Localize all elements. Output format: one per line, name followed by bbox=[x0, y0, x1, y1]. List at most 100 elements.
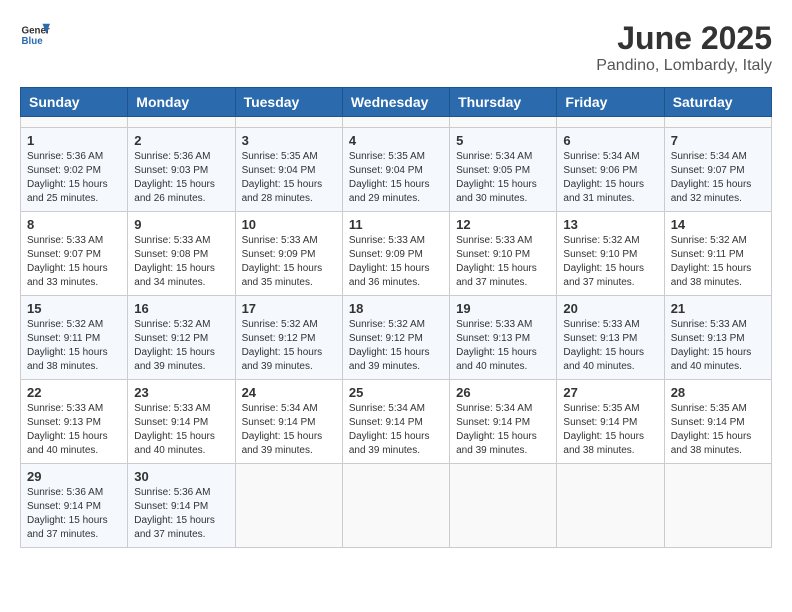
day-info: Sunrise: 5:32 AMSunset: 9:12 PMDaylight:… bbox=[134, 318, 228, 374]
calendar-cell: 6 Sunrise: 5:34 AMSunset: 9:06 PMDaylight… bbox=[557, 128, 664, 212]
weekday-header-friday: Friday bbox=[557, 88, 664, 117]
day-number: 25 bbox=[349, 385, 443, 400]
day-info: Sunrise: 5:36 AMSunset: 9:03 PMDaylight:… bbox=[134, 150, 228, 206]
calendar-table: SundayMondayTuesdayWednesdayThursdayFrid… bbox=[20, 87, 772, 548]
day-info: Sunrise: 5:33 AMSunset: 9:13 PMDaylight:… bbox=[671, 318, 765, 374]
calendar-title: June 2025 bbox=[596, 20, 772, 57]
calendar-cell: 8Sunrise: 5:33 AMSunset: 9:07 PMDaylight… bbox=[21, 212, 128, 296]
calendar-cell bbox=[557, 464, 664, 548]
calendar-cell: 26Sunrise: 5:34 AMSunset: 9:14 PMDayligh… bbox=[450, 380, 557, 464]
day-number: 23 bbox=[134, 385, 228, 400]
calendar-cell: 9 Sunrise: 5:33 AMSunset: 9:08 PMDaylight… bbox=[128, 212, 235, 296]
day-info: Sunrise: 5:32 AMSunset: 9:12 PMDaylight:… bbox=[349, 318, 443, 374]
day-info: Sunrise: 5:33 AMSunset: 9:14 PMDaylight:… bbox=[134, 402, 228, 458]
day-number: 11 bbox=[349, 217, 443, 232]
calendar-cell: 19Sunrise: 5:33 AMSunset: 9:13 PMDayligh… bbox=[450, 296, 557, 380]
day-info: Sunrise: 5:33 AMSunset: 9:10 PMDaylight:… bbox=[456, 234, 550, 290]
calendar-cell bbox=[21, 117, 128, 128]
svg-text:Blue: Blue bbox=[22, 36, 44, 47]
calendar-cell: 7 Sunrise: 5:34 AMSunset: 9:07 PMDaylight… bbox=[664, 128, 771, 212]
weekday-header-wednesday: Wednesday bbox=[342, 88, 449, 117]
day-info: Sunrise: 5:32 AMSunset: 9:11 PMDaylight:… bbox=[27, 318, 121, 374]
calendar-cell: 11 Sunrise: 5:33 AMSunset: 9:09 PMDayligh… bbox=[342, 212, 449, 296]
day-info: Sunrise: 5:36 AMSunset: 9:02 PMDaylight:… bbox=[27, 150, 121, 206]
calendar-cell: 13Sunrise: 5:32 AMSunset: 9:10 PMDayligh… bbox=[557, 212, 664, 296]
calendar-cell: 1 Sunrise: 5:36 AMSunset: 9:02 PMDaylight… bbox=[21, 128, 128, 212]
calendar-cell: 24Sunrise: 5:34 AMSunset: 9:14 PMDayligh… bbox=[235, 380, 342, 464]
calendar-week-6: 29 Sunrise: 5:36 AMSunset: 9:14 PMDayligh… bbox=[21, 464, 772, 548]
calendar-week-1 bbox=[21, 117, 772, 128]
day-number: 14 bbox=[671, 217, 765, 232]
calendar-cell bbox=[128, 117, 235, 128]
day-info: Sunrise: 5:33 AMSunset: 9:13 PMDaylight:… bbox=[563, 318, 657, 374]
weekday-header-sunday: Sunday bbox=[21, 88, 128, 117]
calendar-cell: 30 Sunrise: 5:36 AMSunset: 9:14 PMDayligh… bbox=[128, 464, 235, 548]
calendar-cell: 27 Sunrise: 5:35 AMSunset: 9:14 PMDayligh… bbox=[557, 380, 664, 464]
day-number: 22 bbox=[27, 385, 121, 400]
calendar-cell bbox=[235, 117, 342, 128]
calendar-cell bbox=[557, 117, 664, 128]
title-area: June 2025 Pandino, Lombardy, Italy bbox=[596, 20, 772, 75]
day-number: 3 bbox=[242, 133, 336, 148]
day-info: Sunrise: 5:34 AMSunset: 9:06 PMDaylight:… bbox=[563, 150, 657, 206]
calendar-cell: 25 Sunrise: 5:34 AMSunset: 9:14 PMDayligh… bbox=[342, 380, 449, 464]
day-number: 18 bbox=[349, 301, 443, 316]
calendar-cell: 4Sunrise: 5:35 AMSunset: 9:04 PMDaylight… bbox=[342, 128, 449, 212]
calendar-week-2: 1 Sunrise: 5:36 AMSunset: 9:02 PMDaylight… bbox=[21, 128, 772, 212]
calendar-cell bbox=[450, 464, 557, 548]
weekday-header-row: SundayMondayTuesdayWednesdayThursdayFrid… bbox=[21, 88, 772, 117]
calendar-week-5: 22 Sunrise: 5:33 AMSunset: 9:13 PMDayligh… bbox=[21, 380, 772, 464]
calendar-cell: 21 Sunrise: 5:33 AMSunset: 9:13 PMDayligh… bbox=[664, 296, 771, 380]
day-info: Sunrise: 5:36 AMSunset: 9:14 PMDaylight:… bbox=[134, 486, 228, 542]
calendar-cell: 23 Sunrise: 5:33 AMSunset: 9:14 PMDayligh… bbox=[128, 380, 235, 464]
weekday-header-thursday: Thursday bbox=[450, 88, 557, 117]
day-number: 13 bbox=[563, 217, 657, 232]
day-number: 21 bbox=[671, 301, 765, 316]
calendar-cell: 15Sunrise: 5:32 AMSunset: 9:11 PMDayligh… bbox=[21, 296, 128, 380]
day-info: Sunrise: 5:34 AMSunset: 9:05 PMDaylight:… bbox=[456, 150, 550, 206]
calendar-subtitle: Pandino, Lombardy, Italy bbox=[596, 57, 772, 75]
day-number: 16 bbox=[134, 301, 228, 316]
day-info: Sunrise: 5:35 AMSunset: 9:14 PMDaylight:… bbox=[563, 402, 657, 458]
calendar-cell: 5 Sunrise: 5:34 AMSunset: 9:05 PMDaylight… bbox=[450, 128, 557, 212]
calendar-cell: 2 Sunrise: 5:36 AMSunset: 9:03 PMDaylight… bbox=[128, 128, 235, 212]
calendar-cell: 29 Sunrise: 5:36 AMSunset: 9:14 PMDayligh… bbox=[21, 464, 128, 548]
day-info: Sunrise: 5:35 AMSunset: 9:14 PMDaylight:… bbox=[671, 402, 765, 458]
day-number: 2 bbox=[134, 133, 228, 148]
day-info: Sunrise: 5:36 AMSunset: 9:14 PMDaylight:… bbox=[27, 486, 121, 542]
day-number: 29 bbox=[27, 469, 121, 484]
calendar-cell bbox=[664, 117, 771, 128]
day-info: Sunrise: 5:34 AMSunset: 9:07 PMDaylight:… bbox=[671, 150, 765, 206]
day-number: 12 bbox=[456, 217, 550, 232]
day-number: 8 bbox=[27, 217, 121, 232]
day-number: 5 bbox=[456, 133, 550, 148]
day-number: 27 bbox=[563, 385, 657, 400]
day-info: Sunrise: 5:34 AMSunset: 9:14 PMDaylight:… bbox=[349, 402, 443, 458]
calendar-cell bbox=[450, 117, 557, 128]
calendar-cell: 18 Sunrise: 5:32 AMSunset: 9:12 PMDayligh… bbox=[342, 296, 449, 380]
day-info: Sunrise: 5:33 AMSunset: 9:13 PMDaylight:… bbox=[456, 318, 550, 374]
calendar-cell: 28 Sunrise: 5:35 AMSunset: 9:14 PMDayligh… bbox=[664, 380, 771, 464]
day-info: Sunrise: 5:35 AMSunset: 9:04 PMDaylight:… bbox=[242, 150, 336, 206]
day-info: Sunrise: 5:33 AMSunset: 9:09 PMDaylight:… bbox=[349, 234, 443, 290]
calendar-cell bbox=[664, 464, 771, 548]
day-info: Sunrise: 5:33 AMSunset: 9:09 PMDaylight:… bbox=[242, 234, 336, 290]
day-info: Sunrise: 5:32 AMSunset: 9:12 PMDaylight:… bbox=[242, 318, 336, 374]
day-info: Sunrise: 5:33 AMSunset: 9:13 PMDaylight:… bbox=[27, 402, 121, 458]
calendar-cell bbox=[235, 464, 342, 548]
day-number: 7 bbox=[671, 133, 765, 148]
calendar-cell: 3 Sunrise: 5:35 AMSunset: 9:04 PMDaylight… bbox=[235, 128, 342, 212]
calendar-cell: 16 Sunrise: 5:32 AMSunset: 9:12 PMDayligh… bbox=[128, 296, 235, 380]
day-number: 17 bbox=[242, 301, 336, 316]
weekday-header-saturday: Saturday bbox=[664, 88, 771, 117]
day-info: Sunrise: 5:33 AMSunset: 9:08 PMDaylight:… bbox=[134, 234, 228, 290]
day-number: 1 bbox=[27, 133, 121, 148]
day-number: 10 bbox=[242, 217, 336, 232]
day-number: 30 bbox=[134, 469, 228, 484]
day-number: 9 bbox=[134, 217, 228, 232]
day-number: 28 bbox=[671, 385, 765, 400]
calendar-cell bbox=[342, 464, 449, 548]
logo-icon: General Blue bbox=[20, 20, 50, 50]
day-number: 6 bbox=[563, 133, 657, 148]
calendar-cell: 17 Sunrise: 5:32 AMSunset: 9:12 PMDayligh… bbox=[235, 296, 342, 380]
